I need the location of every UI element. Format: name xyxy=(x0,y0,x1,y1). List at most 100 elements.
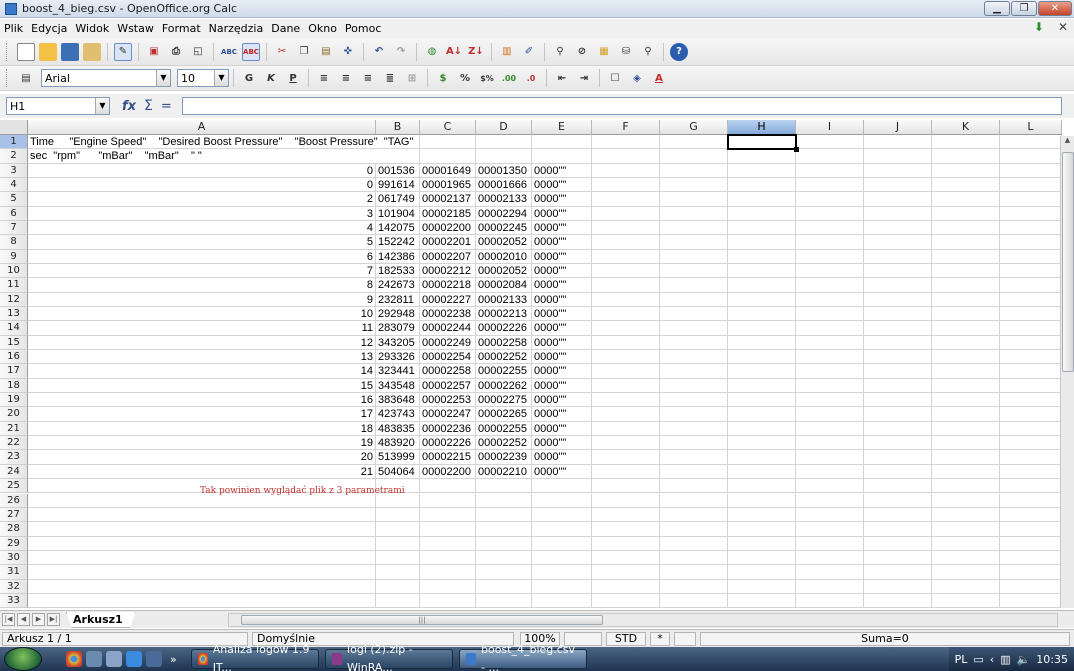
export-pdf-icon[interactable]: ▣ xyxy=(145,43,163,61)
cell[interactable]: 343548 xyxy=(376,378,420,394)
selection-mode[interactable]: STD xyxy=(606,632,646,646)
borders-icon[interactable]: ☐ xyxy=(606,69,624,87)
cell[interactable] xyxy=(932,479,1000,494)
cell[interactable] xyxy=(592,421,660,437)
cell[interactable] xyxy=(728,450,796,465)
cell[interactable]: Time "Engine Speed" "Desired Boost Press… xyxy=(28,135,413,150)
cell[interactable] xyxy=(932,321,1000,336)
cell[interactable] xyxy=(376,522,420,537)
row-header[interactable]: 9 xyxy=(0,249,28,265)
cell[interactable] xyxy=(420,493,476,508)
cell[interactable] xyxy=(864,493,932,508)
cell[interactable] xyxy=(28,522,376,537)
cell[interactable]: 00001666 xyxy=(476,178,532,193)
cell[interactable] xyxy=(420,149,476,164)
taskbar-item-calc[interactable]: boost_4_bieg.csv - ... xyxy=(458,643,587,671)
cell[interactable] xyxy=(592,565,660,580)
cell[interactable] xyxy=(660,565,728,580)
cell[interactable] xyxy=(592,350,660,365)
row-header[interactable]: 21 xyxy=(0,421,28,437)
cell[interactable] xyxy=(932,565,1000,580)
cell[interactable] xyxy=(660,550,728,566)
cell[interactable] xyxy=(728,321,796,336)
cell[interactable] xyxy=(932,507,1000,523)
cell[interactable] xyxy=(796,321,864,336)
cell[interactable] xyxy=(728,307,796,322)
chevron-down-icon[interactable]: ▼ xyxy=(214,70,228,86)
cell[interactable] xyxy=(932,206,1000,222)
taskbar-item-winrar[interactable]: logi (2).zip - WinRA... xyxy=(324,643,453,671)
cell[interactable] xyxy=(796,536,864,551)
cell[interactable]: 0000"" xyxy=(532,264,592,279)
cell[interactable] xyxy=(660,350,728,365)
chart-icon[interactable]: ▥ xyxy=(498,43,516,61)
cell[interactable] xyxy=(1000,407,1062,422)
cell[interactable] xyxy=(592,135,660,150)
cell[interactable]: 0000"" xyxy=(532,436,592,451)
cell[interactable]: 061749 xyxy=(376,192,420,207)
chrome-quicklaunch-icon[interactable] xyxy=(66,651,82,667)
cell[interactable] xyxy=(1000,550,1062,566)
cell[interactable] xyxy=(28,536,376,551)
cell[interactable] xyxy=(1000,292,1062,308)
cell[interactable] xyxy=(592,507,660,523)
cell[interactable]: 0000"" xyxy=(532,350,592,365)
cell[interactable] xyxy=(592,593,660,608)
sheet-tab-arkusz1[interactable]: Arkusz1 xyxy=(66,611,136,628)
cell[interactable] xyxy=(728,350,796,365)
cell[interactable]: 00002213 xyxy=(476,307,532,322)
cell[interactable]: 292948 xyxy=(376,307,420,322)
cell[interactable]: 142075 xyxy=(376,221,420,236)
cell[interactable] xyxy=(864,278,932,293)
cell[interactable]: 00002265 xyxy=(476,407,532,422)
row-header[interactable]: 17 xyxy=(0,364,28,379)
cell[interactable] xyxy=(532,479,592,494)
cell[interactable]: 00002249 xyxy=(420,335,476,351)
cell[interactable] xyxy=(796,479,864,494)
hyperlink-icon[interactable]: ◍ xyxy=(423,43,441,61)
cell[interactable] xyxy=(1000,221,1062,236)
cell[interactable] xyxy=(864,264,932,279)
cell[interactable] xyxy=(532,550,592,566)
cell[interactable] xyxy=(28,579,376,594)
chevron-down-icon[interactable]: ▼ xyxy=(95,98,109,114)
cell[interactable] xyxy=(796,178,864,193)
cell[interactable] xyxy=(796,163,864,178)
menu-pomoc[interactable]: Pomoc xyxy=(345,22,381,35)
cell[interactable] xyxy=(796,436,864,451)
select-all-corner[interactable] xyxy=(0,120,28,135)
chevron-down-icon[interactable]: ▼ xyxy=(156,70,170,86)
cell[interactable]: 0000"" xyxy=(532,206,592,222)
cell[interactable]: 18 xyxy=(28,421,376,437)
cell[interactable]: 293326 xyxy=(376,350,420,365)
cell[interactable] xyxy=(28,550,376,566)
cell[interactable] xyxy=(476,550,532,566)
cell[interactable]: 00001350 xyxy=(476,163,532,178)
cell[interactable] xyxy=(864,178,932,193)
cell[interactable]: 00002239 xyxy=(476,450,532,465)
align-center-icon[interactable]: ≡ xyxy=(337,69,355,87)
spreadsheet-grid[interactable]: A B C D E F G H I J K L 1 Time "Engine Speed" "Desire… xyxy=(0,120,1074,608)
cell[interactable] xyxy=(932,450,1000,465)
cell[interactable] xyxy=(592,192,660,207)
cell[interactable] xyxy=(796,393,864,408)
cell[interactable]: 00002247 xyxy=(420,407,476,422)
cell[interactable] xyxy=(420,135,476,150)
cell[interactable] xyxy=(728,364,796,379)
cell[interactable] xyxy=(660,249,728,265)
column-header-l[interactable]: L xyxy=(1000,120,1062,135)
cell[interactable] xyxy=(1000,350,1062,365)
cell[interactable] xyxy=(1000,178,1062,193)
cell[interactable] xyxy=(932,350,1000,365)
cell[interactable] xyxy=(796,335,864,351)
cell[interactable] xyxy=(728,522,796,537)
cell[interactable] xyxy=(1000,321,1062,336)
row-header[interactable]: 18 xyxy=(0,378,28,394)
cell[interactable]: 0000"" xyxy=(532,407,592,422)
cell[interactable] xyxy=(376,149,420,164)
cell[interactable] xyxy=(592,493,660,508)
open-icon[interactable] xyxy=(39,42,57,61)
cell[interactable] xyxy=(376,507,420,523)
update-icon[interactable]: ⬇ xyxy=(1034,20,1044,34)
cell[interactable] xyxy=(660,292,728,308)
